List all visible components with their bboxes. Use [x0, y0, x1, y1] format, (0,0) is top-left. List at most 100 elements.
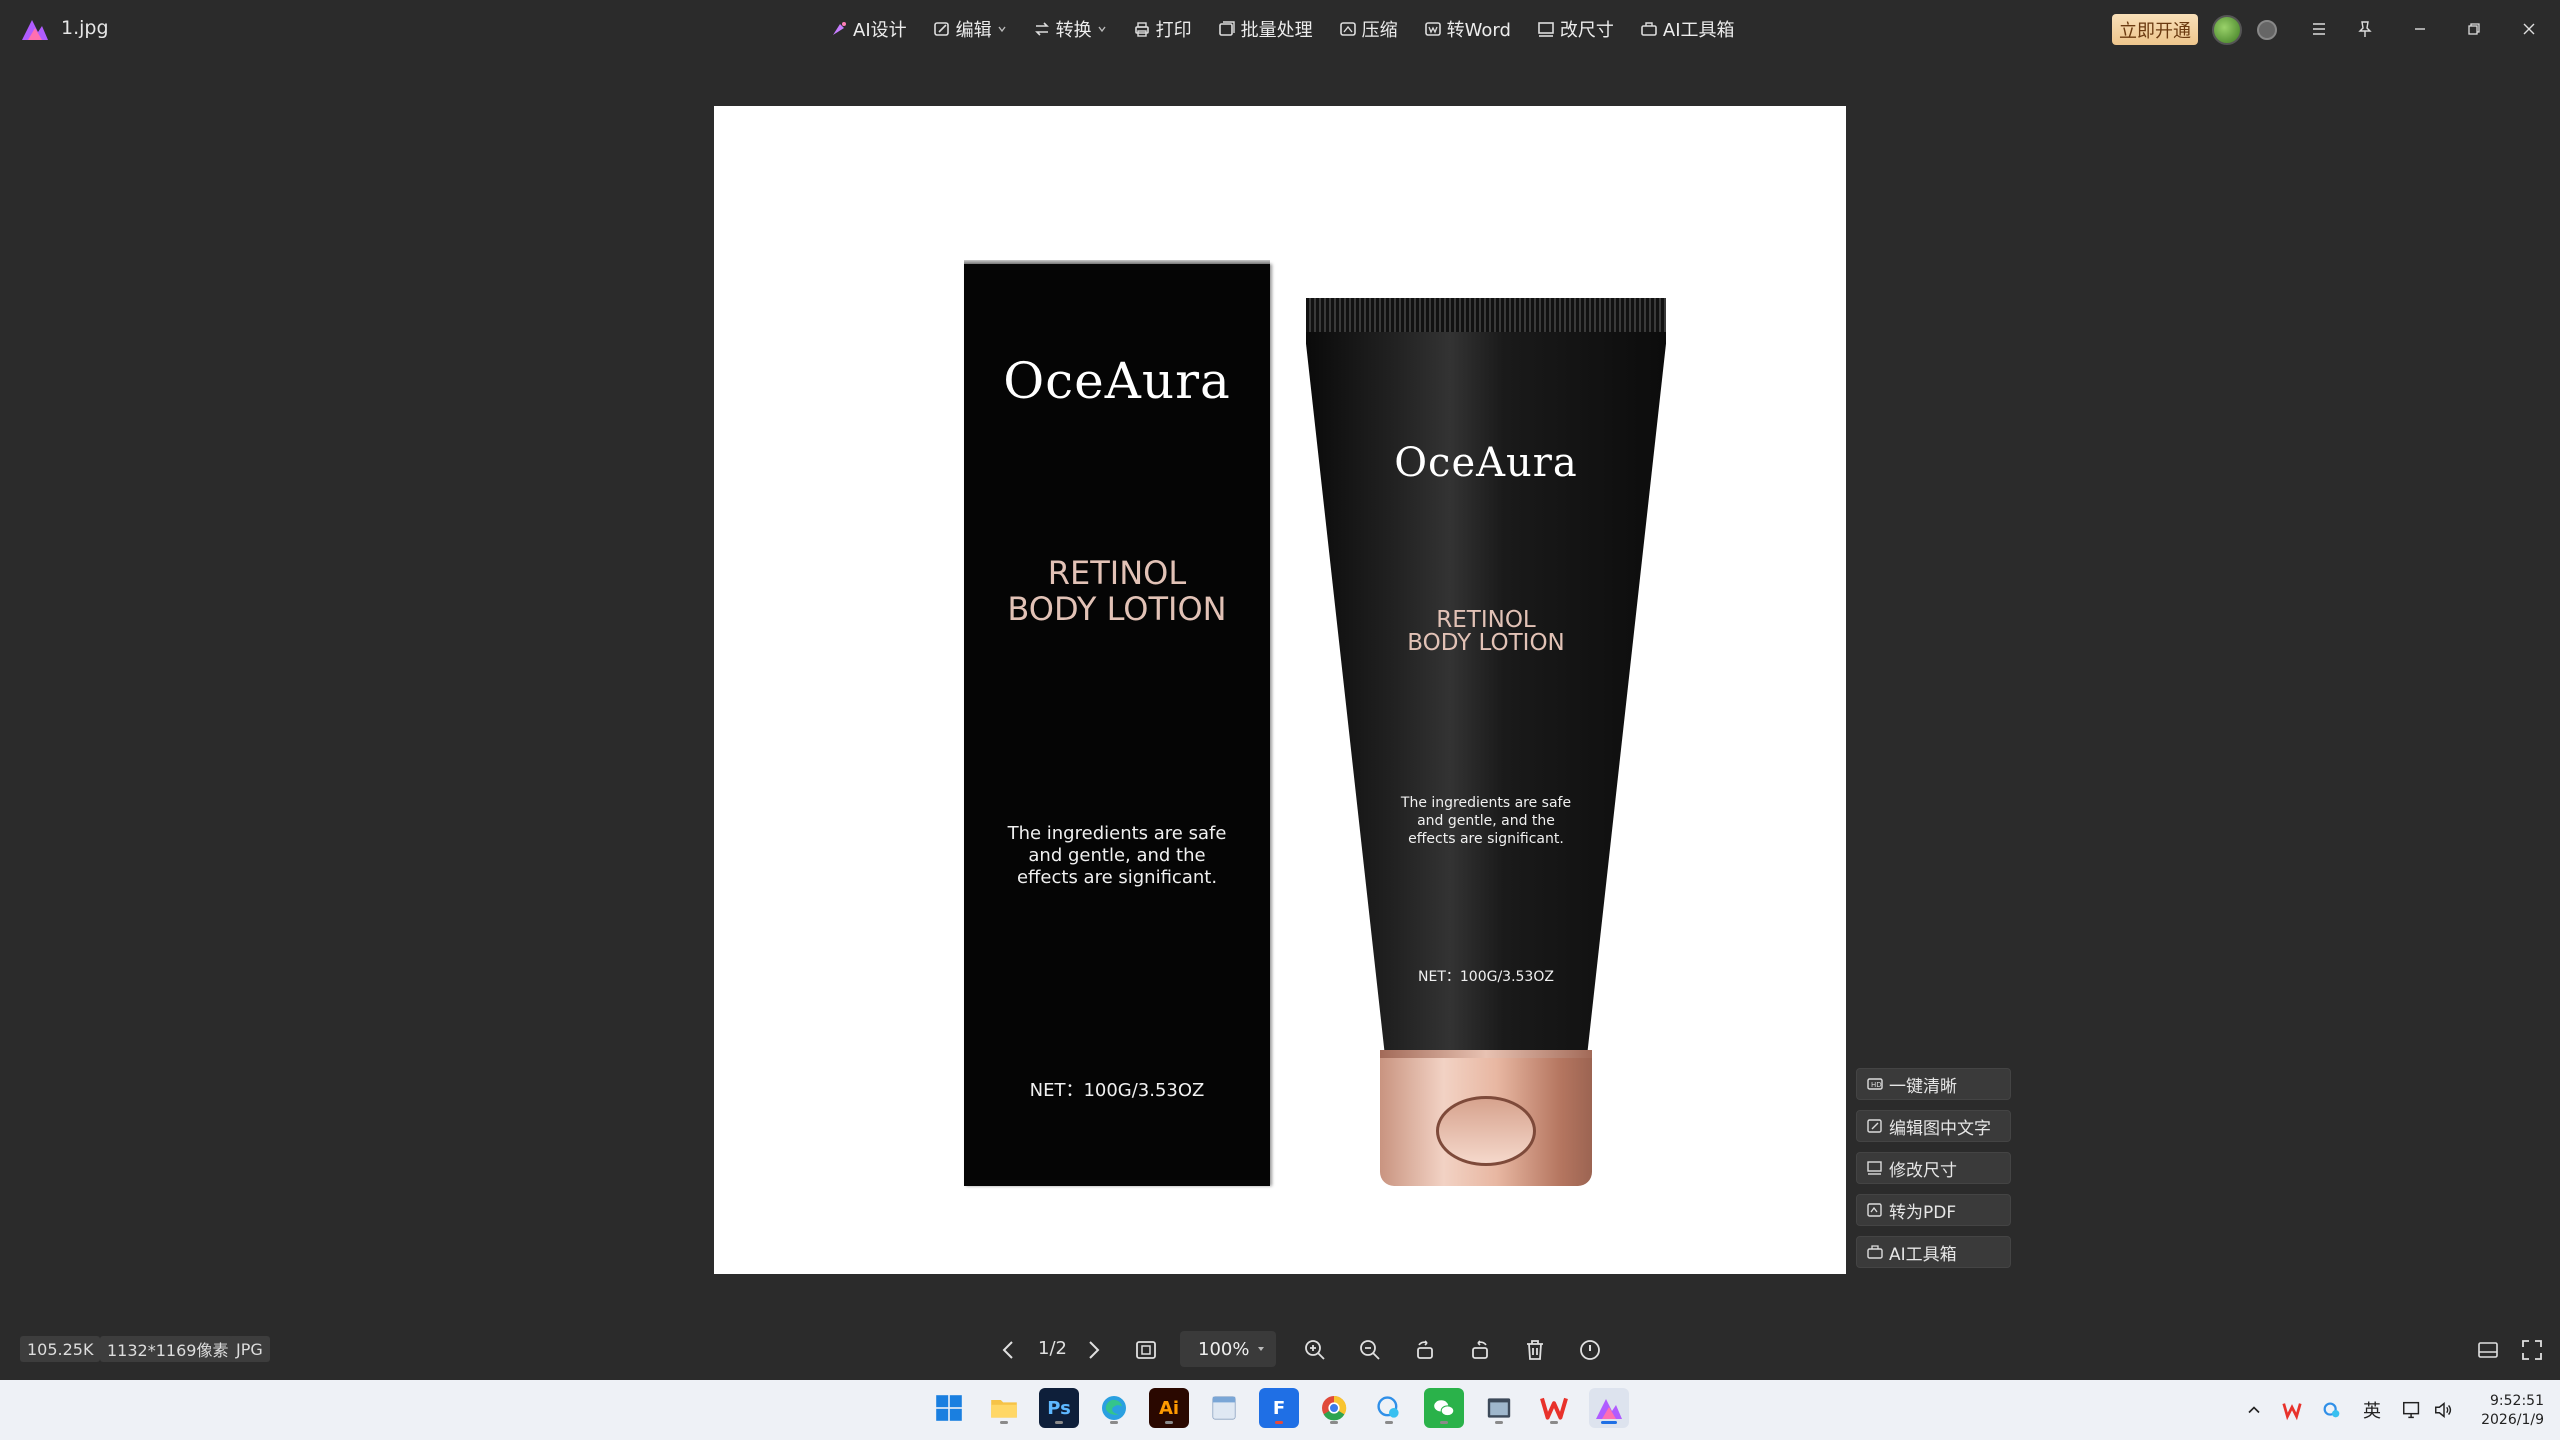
user-avatar[interactable] — [2212, 15, 2242, 45]
box-tagline-line2: and gentle, and the — [1028, 845, 1206, 866]
taskbar-chat-app[interactable] — [1369, 1388, 1409, 1428]
taskbar-wps[interactable] — [1534, 1388, 1574, 1428]
taskbar-chrome[interactable] — [1314, 1388, 1354, 1428]
running-indicator — [1495, 1421, 1503, 1424]
windows-taskbar: Ps Ai F 英 9:52:51 2026/1/9 — [0, 1380, 2560, 1440]
zoom-out-button[interactable] — [1356, 1336, 1384, 1364]
taskbar-image-viewer[interactable] — [1204, 1388, 1244, 1428]
running-indicator — [1165, 1421, 1173, 1424]
fullscreen-button[interactable] — [2518, 1336, 2546, 1364]
taskbar-edge[interactable] — [1094, 1388, 1134, 1428]
taskbar-image-viewer-active[interactable] — [1589, 1388, 1629, 1428]
pin-button[interactable] — [2350, 14, 2380, 44]
next-page-button[interactable] — [1079, 1336, 1107, 1364]
system-clock[interactable]: 9:52:51 2026/1/9 — [2460, 1392, 2544, 1430]
zoom-select[interactable]: 100% — [1180, 1331, 1276, 1367]
tool-label: AI工具箱 — [1662, 20, 1735, 41]
svg-text:HD: HD — [1871, 1081, 1882, 1089]
photoshop-icon: Ps — [1047, 1397, 1071, 1419]
taskbar-f-app[interactable]: F — [1259, 1388, 1299, 1428]
chevron-left-icon — [1002, 1341, 1013, 1359]
side-action-label: 转为PDF — [1889, 1202, 1957, 1223]
ai-toolbox-icon — [1867, 1245, 1883, 1259]
fullscreen-icon — [2522, 1340, 2542, 1360]
tube-tagline-line1: The ingredients are safe — [1400, 795, 1572, 811]
previous-page-button[interactable] — [995, 1336, 1023, 1364]
enhance-button[interactable]: HD 一键清晰 — [1856, 1068, 2011, 1100]
info-button[interactable] — [1576, 1336, 1604, 1364]
taskbar-file-explorer[interactable] — [984, 1388, 1024, 1428]
tray-cloud-icon[interactable] — [2320, 1398, 2344, 1422]
restore-button[interactable] — [2459, 14, 2489, 44]
chevron-down-icon — [1258, 1347, 1264, 1351]
ai-toolbox-side-button[interactable]: AI工具箱 — [1856, 1236, 2011, 1268]
tool-print[interactable]: 打印 — [1133, 16, 1192, 42]
taskbar-wechat[interactable] — [1424, 1388, 1464, 1428]
image-canvas[interactable]: OceAura RETINOL BODY LOTION The ingredie… — [714, 106, 1846, 1274]
zoom-in-icon — [1305, 1340, 1325, 1360]
start-button[interactable] — [929, 1388, 969, 1428]
tube-product-line2: BODY LOTION — [1407, 630, 1565, 656]
tool-to-word[interactable]: 转Word — [1424, 16, 1511, 42]
tray-network-icon[interactable] — [2400, 1398, 2424, 1422]
tool-label: 编辑 — [955, 20, 992, 41]
box-brand-text: OceAura — [1003, 352, 1231, 410]
chevron-up-icon — [2248, 1406, 2260, 1414]
hamburger-menu-icon — [2313, 23, 2325, 35]
taskbar-photoshop[interactable]: Ps — [1039, 1388, 1079, 1428]
thumbnail-toggle-button[interactable] — [2474, 1336, 2502, 1364]
tray-overflow-button[interactable] — [2242, 1398, 2266, 1422]
app-logo-icon — [22, 20, 48, 40]
input-method-indicator[interactable]: 英 — [2360, 1398, 2384, 1422]
tube-cap-hole — [1436, 1096, 1536, 1166]
tool-compress[interactable]: 压缩 — [1339, 16, 1398, 42]
wechat-icon — [1434, 1400, 1455, 1417]
restore-icon — [2468, 23, 2480, 35]
tool-ai-design[interactable]: AI设计 — [830, 16, 907, 42]
taskbar-illustrator[interactable]: Ai — [1149, 1388, 1189, 1428]
resize-icon — [1867, 1161, 1882, 1175]
tube-cap — [1380, 1058, 1592, 1186]
tool-label: AI设计 — [853, 20, 907, 41]
tray-wps-icon[interactable] — [2280, 1398, 2304, 1422]
close-icon — [2523, 23, 2535, 35]
chevron-right-icon — [1089, 1341, 1100, 1359]
close-button[interactable] — [2514, 14, 2544, 44]
file-size-badge: 105.25K — [20, 1336, 101, 1362]
enhance-icon: HD — [1867, 1078, 1883, 1090]
delete-button[interactable] — [1521, 1336, 1549, 1364]
box-product-line2: BODY LOTION — [1007, 590, 1227, 628]
menu-button[interactable] — [2304, 14, 2334, 44]
to-pdf-button[interactable]: 转为PDF — [1856, 1194, 2011, 1226]
tray-volume-icon[interactable] — [2432, 1398, 2456, 1422]
edit-text-button[interactable]: 编辑图中文字 — [1856, 1110, 2011, 1142]
fit-to-window-button[interactable] — [1132, 1336, 1160, 1364]
trash-icon — [1527, 1340, 1543, 1360]
tool-convert[interactable]: 转换 — [1033, 16, 1107, 42]
zoom-in-button[interactable] — [1301, 1336, 1329, 1364]
product-box: OceAura RETINOL BODY LOTION The ingredie… — [964, 260, 1270, 1186]
membership-badge-icon[interactable] — [2257, 20, 2277, 40]
taskbar-terminal-app[interactable] — [1479, 1388, 1519, 1428]
minimize-button[interactable] — [2405, 14, 2435, 44]
tool-ai-toolbox[interactable]: AI工具箱 — [1640, 16, 1735, 42]
running-indicator — [1385, 1421, 1393, 1424]
rotate-right-button[interactable] — [1466, 1336, 1494, 1364]
chrome-browser-icon — [1322, 1395, 1347, 1421]
resize-action-button[interactable]: 修改尺寸 — [1856, 1152, 2011, 1184]
vip-subscribe-button[interactable]: 立即开通 — [2112, 14, 2198, 45]
window-app-icon — [1487, 1398, 1511, 1418]
wps-office-icon — [1540, 1397, 1568, 1420]
ai-design-icon — [833, 22, 846, 35]
tool-resize[interactable]: 改尺寸 — [1537, 16, 1614, 42]
running-indicator — [1330, 1421, 1338, 1424]
resize-icon — [1538, 22, 1554, 37]
rotate-left-button[interactable] — [1411, 1336, 1439, 1364]
running-indicator — [1055, 1421, 1063, 1424]
tube-net-weight: NET：100G/3.53OZ — [1418, 969, 1554, 985]
tube-brand-text: OceAura — [1394, 440, 1578, 486]
tool-edit[interactable]: 编辑 — [933, 16, 1007, 42]
tool-batch[interactable]: 批量处理 — [1218, 16, 1313, 42]
edit-icon — [933, 22, 949, 36]
photo-viewer-icon — [1212, 1396, 1236, 1420]
